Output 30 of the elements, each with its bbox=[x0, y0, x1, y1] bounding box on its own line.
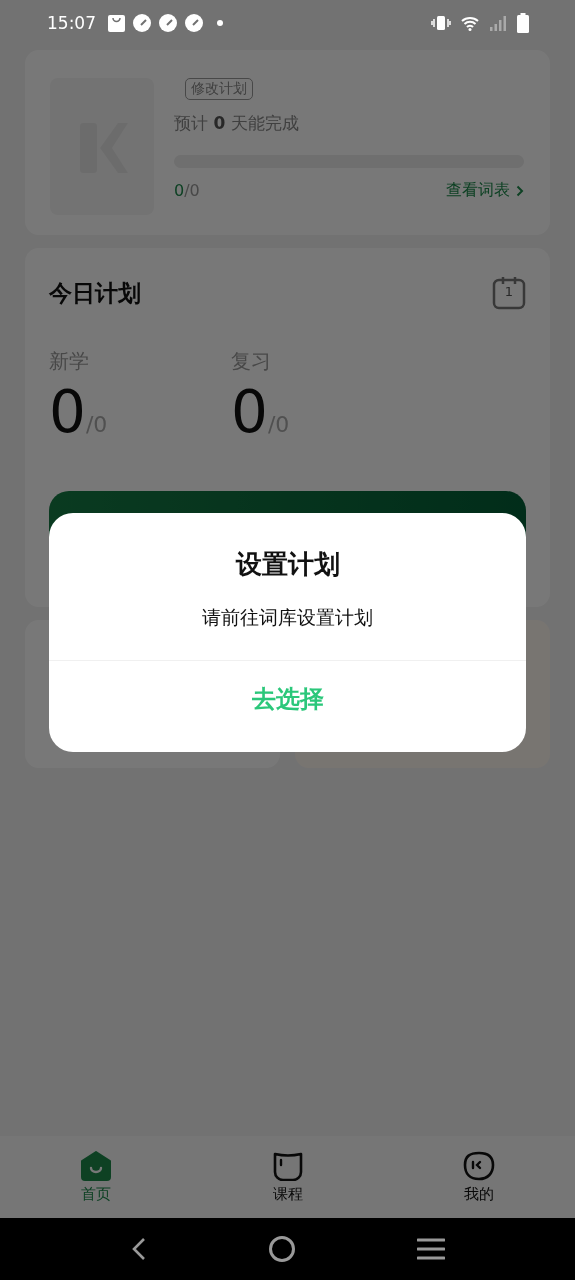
dot-icon bbox=[217, 20, 223, 26]
dialog-message: 请前往词库设置计划 bbox=[202, 605, 373, 630]
learned-count: 0 bbox=[174, 181, 185, 200]
tab-item[interactable]: 我的 bbox=[383, 1136, 575, 1218]
calendar-icon[interactable]: 1 bbox=[492, 276, 526, 310]
menu-icon[interactable] bbox=[416, 1238, 445, 1260]
stat-value: 0 bbox=[49, 383, 86, 441]
clock-time: 15:07 bbox=[47, 13, 96, 33]
home-button-icon[interactable] bbox=[267, 1235, 296, 1263]
stat-value: 0 bbox=[231, 383, 268, 441]
gauge-icon bbox=[159, 14, 177, 32]
bag-icon bbox=[108, 14, 125, 32]
vibrate-icon bbox=[431, 15, 451, 31]
tab-item[interactable]: 课程 bbox=[191, 1136, 384, 1218]
gauge-icon bbox=[185, 14, 203, 32]
pocket-icon bbox=[271, 1150, 304, 1181]
battery-icon bbox=[517, 13, 529, 33]
plan-title: 今日计划 bbox=[49, 278, 141, 308]
gauge-icon bbox=[133, 14, 151, 32]
tab-item[interactable]: 首页 bbox=[0, 1136, 192, 1218]
dialog-title: 设置计划 bbox=[235, 548, 340, 581]
home-icon bbox=[79, 1150, 112, 1181]
chevron-right-icon bbox=[516, 184, 524, 197]
back-icon[interactable] bbox=[130, 1237, 147, 1261]
signal-icon bbox=[489, 15, 507, 31]
estimate-text: 预计 0 天能完成 bbox=[174, 112, 300, 135]
word-list-link[interactable]: 查看词表 bbox=[446, 180, 524, 201]
choose-button[interactable]: 去选择 bbox=[241, 677, 334, 721]
face-icon bbox=[463, 1150, 496, 1181]
wifi-icon bbox=[461, 15, 479, 31]
